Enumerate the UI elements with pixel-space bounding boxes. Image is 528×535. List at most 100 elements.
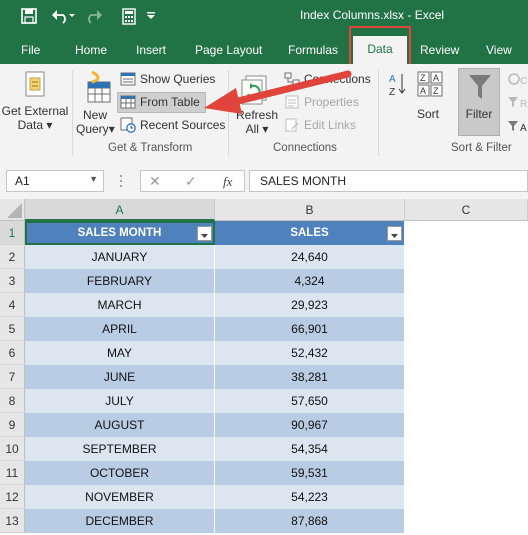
cell-value: 57,650 bbox=[291, 394, 328, 408]
row-header[interactable]: 1 bbox=[0, 221, 25, 245]
enter-check-icon[interactable]: ✓ bbox=[185, 173, 197, 190]
table-cell[interactable]: 54,223 bbox=[215, 485, 405, 509]
table-cell[interactable]: OCTOBER bbox=[25, 461, 215, 485]
table-cell[interactable]: 87,868 bbox=[215, 509, 405, 533]
ribbon-separator bbox=[378, 70, 379, 156]
cell-value: DECEMBER bbox=[85, 514, 154, 528]
table-cell[interactable]: SEPTEMBER bbox=[25, 437, 215, 461]
recent-sources-label: Recent Sources bbox=[140, 118, 226, 132]
cell-value: 52,432 bbox=[291, 346, 328, 360]
tab-insert[interactable]: Insert bbox=[136, 40, 166, 64]
filter-icon bbox=[468, 73, 492, 104]
cell-value: 59,531 bbox=[291, 466, 328, 480]
table-cell[interactable]: 4,324 bbox=[215, 269, 405, 293]
tab-home[interactable]: Home bbox=[75, 40, 107, 64]
recent-sources-button[interactable]: Recent Sources bbox=[120, 115, 225, 135]
column-header-b[interactable]: B bbox=[215, 199, 405, 221]
select-all-button[interactable] bbox=[0, 199, 25, 221]
save-icon[interactable] bbox=[18, 5, 40, 27]
filter-more-options[interactable]: C R A bbox=[506, 70, 528, 136]
table-cell[interactable]: NOVEMBER bbox=[25, 485, 215, 509]
filter-button[interactable]: Filter bbox=[458, 68, 500, 136]
table-cell[interactable]: 29,923 bbox=[215, 293, 405, 317]
formula-input[interactable]: SALES MONTH bbox=[249, 170, 528, 192]
row-header[interactable]: 10 bbox=[0, 437, 25, 461]
row-header[interactable]: 11 bbox=[0, 461, 25, 485]
sort-button[interactable]: Sort bbox=[412, 107, 444, 121]
svg-text:Z: Z bbox=[433, 86, 439, 96]
row-header[interactable]: 5 bbox=[0, 317, 25, 341]
filter-dropdown-icon[interactable] bbox=[387, 226, 402, 241]
svg-text:A: A bbox=[433, 73, 439, 83]
table-cell[interactable]: JUNE bbox=[25, 365, 215, 389]
tab-formulas[interactable]: Formulas bbox=[288, 40, 338, 64]
table-cell[interactable]: 59,531 bbox=[215, 461, 405, 485]
redo-icon[interactable] bbox=[84, 5, 114, 27]
table-cell[interactable]: MARCH bbox=[25, 293, 215, 317]
formula-bar-grip-icon[interactable] bbox=[119, 174, 123, 188]
from-table-button[interactable]: From Table bbox=[120, 92, 200, 112]
row-header[interactable]: 7 bbox=[0, 365, 25, 389]
cell-value: 29,923 bbox=[291, 298, 328, 312]
row-header[interactable]: 8 bbox=[0, 389, 25, 413]
sort-icon[interactable]: ZAAZ bbox=[416, 70, 446, 102]
filter-label: Filter bbox=[465, 107, 493, 121]
table-icon bbox=[120, 95, 136, 109]
cell-value: 54,223 bbox=[291, 490, 328, 504]
new-query-button[interactable]: New Query▾ bbox=[76, 108, 115, 136]
calculator-icon[interactable] bbox=[120, 5, 138, 27]
table-cell[interactable]: 57,650 bbox=[215, 389, 405, 413]
table-cell[interactable]: 24,640 bbox=[215, 245, 405, 269]
row-header[interactable]: 13 bbox=[0, 509, 25, 533]
tab-view[interactable]: View bbox=[486, 40, 512, 64]
insert-function-icon[interactable]: fx bbox=[223, 174, 232, 190]
row-header[interactable]: 12 bbox=[0, 485, 25, 509]
group-label-sort-filter: Sort & Filter bbox=[451, 142, 512, 154]
customize-toolbar-icon[interactable] bbox=[144, 5, 158, 27]
row-header[interactable]: 2 bbox=[0, 245, 25, 269]
window-title: Index Columns.xlsx - Excel bbox=[300, 8, 445, 22]
column-header-c[interactable]: C bbox=[405, 199, 528, 221]
cancel-icon[interactable]: ✕ bbox=[149, 173, 161, 190]
table-cell[interactable]: JULY bbox=[25, 389, 215, 413]
new-query-label-1: New bbox=[82, 108, 107, 122]
sort-ascending-icon[interactable]: AZ bbox=[387, 70, 407, 110]
table-cell[interactable]: 54,354 bbox=[215, 437, 405, 461]
cell-value: MARCH bbox=[97, 298, 142, 312]
row-header[interactable]: 6 bbox=[0, 341, 25, 365]
table-cell[interactable]: 38,281 bbox=[215, 365, 405, 389]
table-cell[interactable]: AUGUST bbox=[25, 413, 215, 437]
table-cell[interactable]: 90,967 bbox=[215, 413, 405, 437]
svg-text:Z: Z bbox=[420, 73, 426, 83]
column-header-a[interactable]: A bbox=[25, 199, 215, 221]
edit-links-label: Edit Links bbox=[304, 118, 357, 132]
tab-review[interactable]: Review bbox=[420, 40, 459, 64]
table-header-cell[interactable]: SALES bbox=[215, 221, 405, 245]
cell-value: JULY bbox=[105, 394, 134, 408]
svg-text:C: C bbox=[520, 76, 527, 87]
table-cell[interactable]: APRIL bbox=[25, 317, 215, 341]
cell-value: SEPTEMBER bbox=[82, 442, 157, 456]
row-header[interactable]: 3 bbox=[0, 269, 25, 293]
get-external-data-label-1: Get External bbox=[1, 104, 69, 118]
table-cell[interactable]: 52,432 bbox=[215, 341, 405, 365]
row-header[interactable]: 4 bbox=[0, 293, 25, 317]
cell-value: 54,354 bbox=[291, 442, 328, 456]
name-box-dropdown-icon[interactable]: ▼ bbox=[89, 174, 98, 184]
annotation-arrow-icon bbox=[204, 70, 352, 114]
edit-links-button[interactable]: Edit Links bbox=[284, 115, 356, 135]
group-label-get-transform: Get & Transform bbox=[108, 142, 193, 154]
undo-icon[interactable] bbox=[48, 5, 78, 27]
table-cell[interactable]: MAY bbox=[25, 341, 215, 365]
table-cell[interactable]: JANUARY bbox=[25, 245, 215, 269]
table-cell[interactable]: FEBRUARY bbox=[25, 269, 215, 293]
table-cell[interactable]: 66,901 bbox=[215, 317, 405, 341]
tab-page-layout[interactable]: Page Layout bbox=[195, 40, 262, 64]
table-cell[interactable]: DECEMBER bbox=[25, 509, 215, 533]
row-header[interactable]: 9 bbox=[0, 413, 25, 437]
cell-value: NOVEMBER bbox=[85, 490, 154, 504]
get-external-data-button[interactable]: Get External Data ▾ bbox=[0, 104, 70, 132]
name-box[interactable]: A1 ▼ bbox=[6, 170, 104, 192]
tab-file[interactable]: File bbox=[21, 40, 40, 64]
ribbon-separator bbox=[72, 70, 73, 156]
